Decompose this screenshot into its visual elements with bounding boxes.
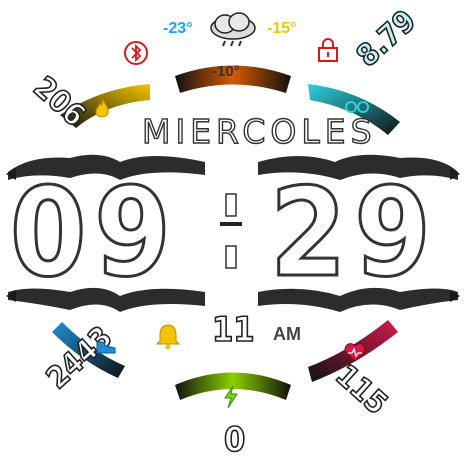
time-hour: 09 — [9, 162, 179, 304]
colon-top — [225, 193, 237, 217]
colon-divider — [220, 222, 242, 226]
lightning-icon — [224, 385, 238, 409]
temp-min-label: -23° — [163, 20, 193, 37]
shoe-icon — [96, 341, 116, 354]
temp-current-label: -10° — [212, 63, 240, 80]
ampm-label: AM — [273, 324, 301, 344]
bell-icon — [155, 324, 181, 350]
heart-icon — [344, 343, 366, 362]
battery-value: 0 — [223, 419, 246, 461]
seconds-value: 11 — [211, 309, 255, 351]
lock-icon — [318, 38, 338, 62]
time-minute: 29 — [269, 162, 439, 304]
temp-max-label: -15° — [267, 20, 297, 37]
cloud-rain-icon — [210, 12, 256, 47]
day-name: MIERCOLES — [141, 111, 377, 151]
colon-bottom — [225, 245, 237, 269]
flame-icon — [95, 98, 109, 118]
bluetooth-icon — [124, 41, 148, 65]
